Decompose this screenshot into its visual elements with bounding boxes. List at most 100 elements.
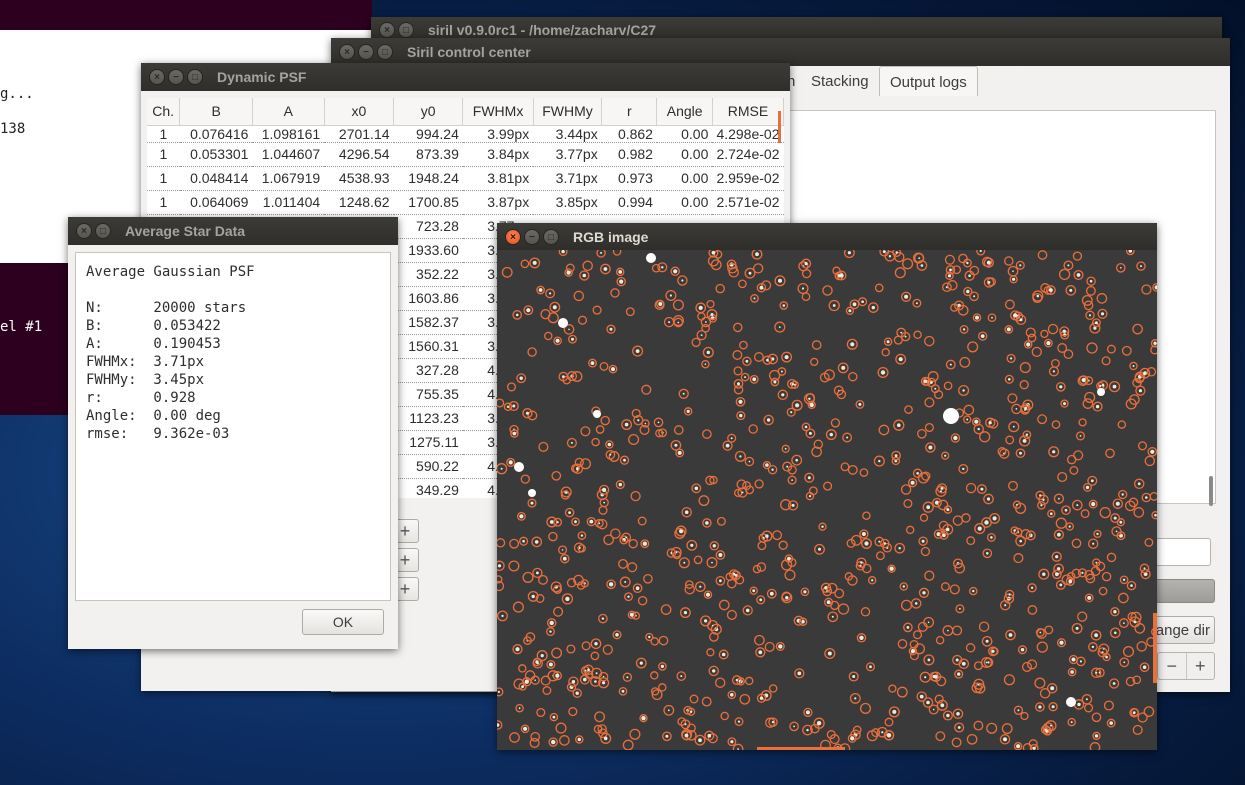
star [869, 665, 872, 669]
column-header[interactable]: Ch. [147, 98, 181, 126]
star [1079, 435, 1082, 437]
star [1109, 721, 1113, 725]
table-row[interactable]: 1 0.064069 1.011404 1248.62 1700.85 3.87px 3.8… [147, 190, 784, 215]
column-header[interactable]: FWHMy [533, 98, 603, 126]
minimize-icon[interactable]: − [168, 69, 184, 85]
terminal-line: g... [0, 86, 34, 102]
table-row[interactable]: 1 0.076416 1.098161 2701.14 994.24 3.99px 3.44… [147, 125, 784, 143]
column-header[interactable]: r [601, 98, 658, 126]
maximize-icon[interactable]: □ [95, 223, 111, 239]
maximize-icon[interactable]: □ [377, 44, 393, 60]
column-header[interactable]: FWHMx [462, 98, 534, 126]
plus-icon[interactable]: + [1185, 653, 1215, 679]
rgb-image-window[interactable]: × − □ RGB image [497, 223, 1157, 750]
close-icon[interactable]: × [149, 69, 165, 85]
window-title: RGB image [573, 228, 649, 245]
minimize-icon[interactable]: − [524, 228, 540, 245]
star [515, 313, 519, 317]
star [669, 294, 672, 297]
table-scrollbar[interactable] [778, 111, 781, 143]
star [1059, 385, 1063, 389]
star [1050, 512, 1053, 515]
rgb-image-titlebar[interactable]: × − □ RGB image [497, 223, 1157, 250]
table-cell: 2.724e-02 [712, 142, 784, 167]
close-icon[interactable]: × [505, 228, 521, 245]
star [923, 379, 928, 384]
column-header[interactable]: x0 [324, 98, 395, 126]
star [793, 725, 795, 728]
star [803, 590, 807, 594]
star [1113, 516, 1117, 520]
average-star-titlebar[interactable]: × □ Average Star Data [68, 217, 398, 245]
star [587, 668, 590, 672]
minus-icon[interactable]: − [1158, 653, 1186, 679]
image-scrollbar-horizontal[interactable] [757, 747, 845, 750]
star [808, 397, 811, 400]
star [1076, 504, 1079, 507]
star [642, 541, 647, 546]
column-header[interactable]: A [252, 98, 325, 126]
column-header[interactable]: Angle [656, 98, 713, 126]
star [538, 288, 543, 292]
star [561, 250, 565, 254]
table-cell: 1700.85 [393, 190, 463, 215]
star [745, 359, 749, 363]
maximize-icon[interactable]: □ [543, 228, 559, 245]
star [864, 541, 869, 546]
average-psf-text: Average Gaussian PSF N: 20000 stars B: 0.0… [86, 263, 380, 590]
bright-star [1066, 697, 1076, 707]
log-scrollbar[interactable] [1209, 476, 1213, 506]
dynamic-psf-titlebar[interactable]: × − □ Dynamic PSF [141, 63, 790, 91]
star [984, 520, 989, 525]
star [1081, 377, 1086, 383]
star [801, 287, 805, 290]
close-icon[interactable]: × [76, 223, 92, 239]
star [704, 619, 708, 623]
table-cell: 1.098161 [252, 125, 325, 143]
star [807, 476, 811, 480]
star [548, 662, 553, 667]
star [991, 316, 993, 319]
star [766, 418, 771, 422]
star [741, 491, 744, 494]
threads-stepper[interactable]: − + [1157, 652, 1215, 680]
maximize-icon[interactable]: □ [187, 69, 203, 85]
column-header[interactable]: B [179, 98, 253, 126]
close-icon[interactable]: × [339, 44, 355, 60]
column-header[interactable]: y0 [393, 98, 464, 126]
star [759, 598, 763, 602]
table-cell: 4.298e-02 [712, 125, 784, 143]
average-star-data-dialog[interactable]: × □ Average Star Data Average Gaussian P… [68, 217, 398, 649]
star [1115, 501, 1120, 506]
star [1091, 645, 1095, 649]
ok-button[interactable]: OK [302, 609, 384, 635]
average-psf-textview[interactable]: Average Gaussian PSF N: 20000 stars B: 0.0… [75, 252, 391, 601]
star [1077, 702, 1081, 707]
table-cell: 1582.37 [393, 310, 463, 335]
star [1113, 610, 1117, 614]
star [930, 381, 933, 384]
star [902, 585, 905, 588]
star [755, 252, 759, 257]
table-cell: 1 [147, 125, 180, 143]
star [497, 564, 502, 568]
image-scrollbar[interactable] [1153, 613, 1157, 683]
star [871, 579, 874, 582]
star [661, 266, 664, 269]
star [928, 445, 933, 450]
star [1026, 342, 1031, 347]
star [737, 748, 739, 750]
star [753, 297, 756, 300]
tab-stacking[interactable]: Stacking [801, 66, 879, 96]
star-field-image[interactable] [497, 250, 1157, 750]
minimize-icon[interactable]: − [358, 44, 374, 60]
star [568, 511, 571, 514]
star [898, 357, 903, 362]
maximize-icon[interactable]: □ [398, 21, 414, 38]
close-icon[interactable]: × [379, 21, 395, 38]
table-row[interactable]: 1 0.053301 1.044607 4296.54 873.39 3.84px 3.77… [147, 142, 784, 167]
tab-output-logs[interactable]: Output logs [879, 66, 978, 96]
control-center-titlebar[interactable]: × − □ Siril control center [331, 38, 1230, 66]
table-row[interactable]: 1 0.048414 1.067919 4538.93 1948.24 3.81px 3.7… [147, 166, 784, 191]
column-header[interactable]: RMSE [712, 98, 784, 126]
